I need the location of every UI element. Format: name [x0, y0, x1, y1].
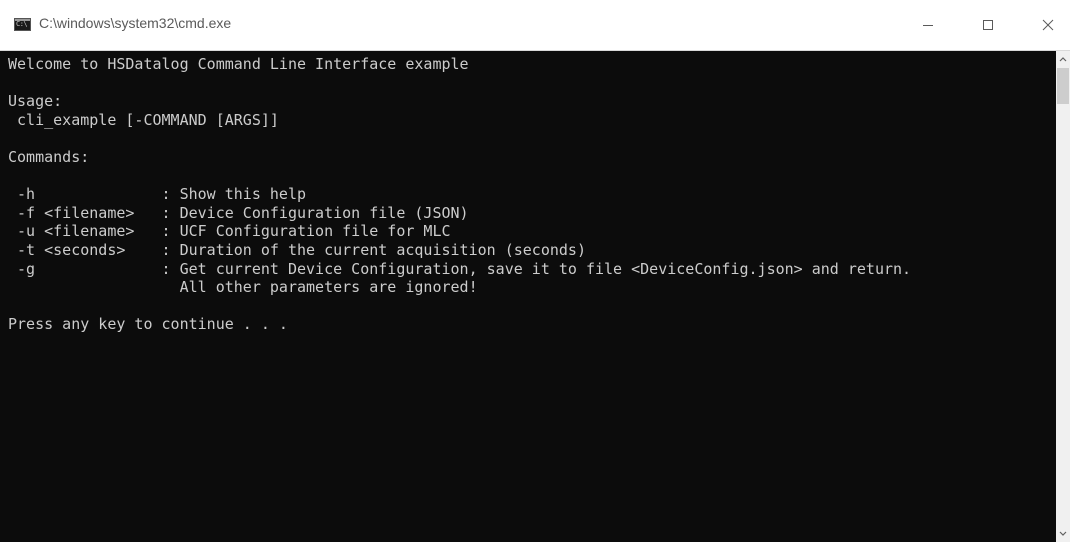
- console-text: Welcome to HSDatalog Command Line Interf…: [8, 55, 911, 334]
- console-line-command-g-note: All other parameters are ignored!: [8, 278, 478, 297]
- console-line-prompt: Press any key to continue . . .: [8, 315, 288, 334]
- title-bar[interactable]: C:\ C:\windows\system32\cmd.exe: [0, 0, 1070, 51]
- console-line-command-g: -g : Get current Device Configuration, s…: [8, 259, 912, 278]
- close-icon: [1042, 19, 1054, 31]
- console-line-welcome: Welcome to HSDatalog Command Line Interf…: [8, 55, 469, 73]
- cmd-app-icon-label: C:\: [16, 20, 28, 28]
- console-line-usage-syntax: cli_example [-COMMAND [ARGS]]: [8, 110, 279, 129]
- maximize-button[interactable]: [963, 0, 1013, 50]
- console-line-command-t: -t <seconds> : Duration of the current a…: [8, 240, 586, 259]
- chevron-up-icon: [1059, 57, 1067, 62]
- scroll-up-button[interactable]: [1056, 51, 1070, 67]
- console-line-command-u: -u <filename> : UCF Configuration file f…: [8, 222, 451, 241]
- console-line-blank: [8, 297, 911, 316]
- console-line-command-h: -h : Show this help: [8, 185, 307, 204]
- console-line-commands-heading: Commands:: [8, 147, 90, 166]
- cmd-app-icon[interactable]: C:\: [14, 18, 31, 31]
- console-line-command-f: -f <filename> : Device Configuration fil…: [8, 203, 469, 222]
- maximize-icon: [983, 20, 993, 30]
- window-title: C:\windows\system32\cmd.exe: [39, 15, 232, 31]
- console-line-blank: [8, 129, 911, 148]
- vertical-scrollbar[interactable]: [1056, 51, 1070, 542]
- console-output-area[interactable]: Welcome to HSDatalog Command Line Interf…: [0, 51, 1056, 542]
- chevron-down-icon: [1059, 531, 1067, 536]
- console-line-blank: [8, 167, 911, 186]
- cmd-window: C:\ C:\windows\system32\cmd.exe Welcome …: [0, 0, 1070, 542]
- scrollbar-thumb[interactable]: [1057, 68, 1069, 104]
- console-line-usage-heading: Usage:: [8, 92, 63, 111]
- scroll-down-button[interactable]: [1056, 526, 1070, 542]
- close-button[interactable]: [1023, 0, 1070, 50]
- minimize-icon: [923, 25, 933, 26]
- minimize-button[interactable]: [903, 0, 953, 50]
- console-line-blank: [8, 74, 911, 93]
